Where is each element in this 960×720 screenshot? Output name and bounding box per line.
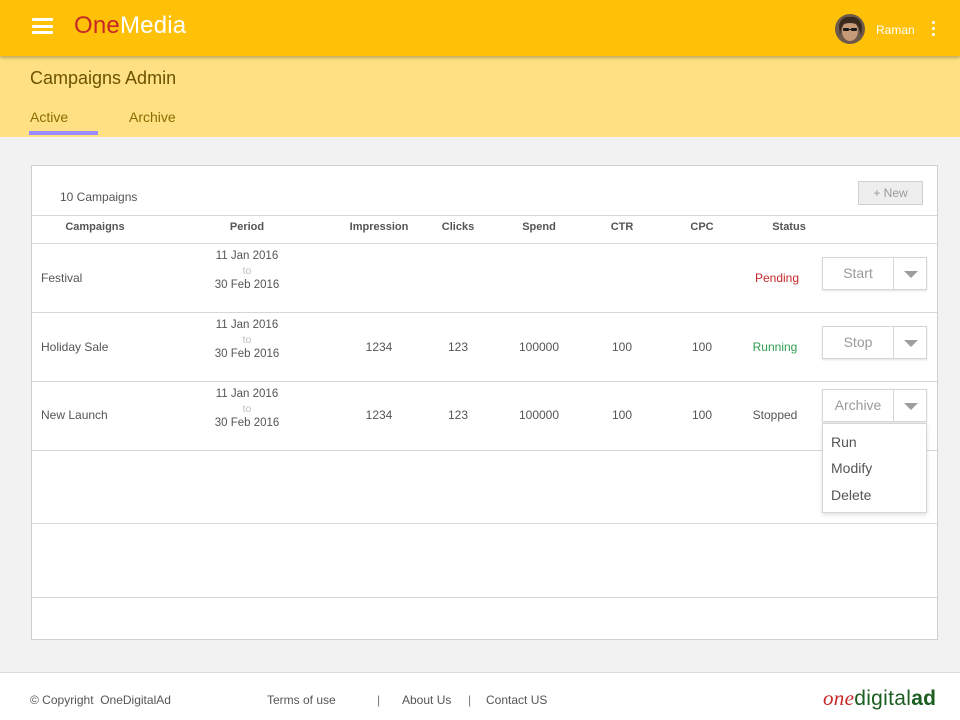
- status-badge: Pending: [754, 271, 800, 285]
- menu-item-modify[interactable]: Modify: [831, 460, 872, 476]
- tab-active[interactable]: Active: [30, 109, 68, 125]
- campaign-name[interactable]: Festival: [41, 271, 82, 285]
- campaign-name[interactable]: New Launch: [41, 408, 108, 422]
- top-app-bar: OneMedia Raman: [0, 0, 960, 56]
- more-options-icon[interactable]: [928, 21, 938, 39]
- chevron-down-icon: [904, 403, 918, 410]
- spend-value: 100000: [518, 408, 560, 422]
- tab-archive[interactable]: Archive: [129, 109, 176, 125]
- page-title: Campaigns Admin: [30, 68, 177, 88]
- action-split-button: Stop: [822, 326, 927, 359]
- status-badge: Running: [752, 340, 798, 354]
- hamburger-menu-icon[interactable]: [32, 18, 53, 34]
- period-start: 11 Jan 2016: [215, 250, 279, 262]
- cpc-value: 100: [691, 340, 713, 354]
- row-divider: [32, 312, 937, 313]
- header-bottom-divider: [32, 243, 937, 244]
- action-menu-toggle[interactable]: [893, 327, 926, 358]
- row-divider: [32, 450, 937, 451]
- period-to: to: [242, 333, 252, 346]
- footer: © Copyright OneDigitalAd Terms of use | …: [0, 672, 960, 720]
- column-header-cpc[interactable]: CPC: [672, 221, 732, 233]
- row-divider: [32, 381, 937, 382]
- action-split-button: Start: [822, 257, 927, 290]
- period-start: 11 Jan 2016: [215, 388, 279, 400]
- period-end: 30 Feb 2016: [214, 417, 280, 429]
- footer-separator: |: [377, 693, 381, 707]
- tab-selected-indicator: [29, 131, 98, 135]
- archive-button[interactable]: Archive: [823, 390, 893, 421]
- period-end: 30 Feb 2016: [214, 348, 280, 360]
- period-to: to: [242, 402, 252, 415]
- stop-button[interactable]: Stop: [823, 327, 893, 358]
- page-header: Campaigns Admin Active Archive: [0, 56, 960, 137]
- logo-one-text: One: [74, 12, 120, 39]
- ctr-value: 100: [611, 340, 633, 354]
- footer-separator: |: [468, 693, 472, 707]
- action-menu-toggle[interactable]: [893, 390, 926, 421]
- spend-value: 100000: [518, 340, 560, 354]
- column-header-clicks[interactable]: Clicks: [428, 221, 488, 233]
- column-header-period[interactable]: Period: [207, 221, 287, 233]
- new-campaign-button[interactable]: + New: [858, 181, 923, 205]
- campaigns-table-card: 10 Campaigns + New Campaigns Period Impr…: [31, 165, 938, 640]
- status-badge: Stopped: [752, 408, 798, 422]
- brand-ad: ad: [911, 687, 937, 710]
- campaign-count: 10 Campaigns: [60, 190, 138, 204]
- period-to: to: [242, 264, 252, 277]
- action-menu-toggle[interactable]: [893, 258, 926, 289]
- column-header-impression[interactable]: Impression: [339, 221, 419, 233]
- footer-brand-logo[interactable]: onedigitalad: [823, 686, 936, 711]
- logo-media-text: Media: [119, 12, 187, 39]
- row-divider: [32, 523, 937, 524]
- chevron-down-icon: [904, 271, 918, 278]
- header-top-divider: [32, 215, 937, 216]
- action-split-button: Archive: [822, 389, 927, 422]
- column-header-spend[interactable]: Spend: [509, 221, 569, 233]
- brand-digital: digital: [854, 687, 912, 710]
- menu-item-run[interactable]: Run: [831, 434, 857, 450]
- column-header-status[interactable]: Status: [759, 221, 819, 233]
- campaign-period: 11 Jan 2016 to 30 Feb 2016: [197, 249, 297, 293]
- clicks-value: 123: [447, 340, 469, 354]
- start-button[interactable]: Start: [823, 258, 893, 289]
- impression-value: 1234: [365, 408, 393, 422]
- campaign-name[interactable]: Holiday Sale: [41, 340, 108, 354]
- row-divider: [32, 597, 937, 598]
- menu-item-delete[interactable]: Delete: [831, 487, 871, 503]
- footer-link-about[interactable]: About Us: [402, 693, 451, 707]
- campaign-period: 11 Jan 2016 to 30 Feb 2016: [197, 318, 297, 362]
- chevron-down-icon: [904, 340, 918, 347]
- copyright-text: © Copyright OneDigitalAd: [30, 693, 171, 707]
- campaign-period: 11 Jan 2016 to 30 Feb 2016: [197, 387, 297, 431]
- user-name[interactable]: Raman: [876, 23, 915, 37]
- footer-link-contact[interactable]: Contact US: [486, 693, 547, 707]
- app-logo[interactable]: OneMedia: [74, 12, 186, 40]
- brand-one: one: [823, 686, 855, 710]
- column-header-campaigns[interactable]: Campaigns: [55, 221, 135, 233]
- footer-link-terms[interactable]: Terms of use: [267, 693, 336, 707]
- clicks-value: 123: [447, 408, 469, 422]
- user-avatar[interactable]: [835, 14, 865, 44]
- period-start: 11 Jan 2016: [215, 319, 279, 331]
- ctr-value: 100: [611, 408, 633, 422]
- action-dropdown-menu: Run Modify Delete: [822, 423, 927, 513]
- column-header-ctr[interactable]: CTR: [592, 221, 652, 233]
- impression-value: 1234: [365, 340, 393, 354]
- cpc-value: 100: [691, 408, 713, 422]
- period-end: 30 Feb 2016: [214, 279, 280, 291]
